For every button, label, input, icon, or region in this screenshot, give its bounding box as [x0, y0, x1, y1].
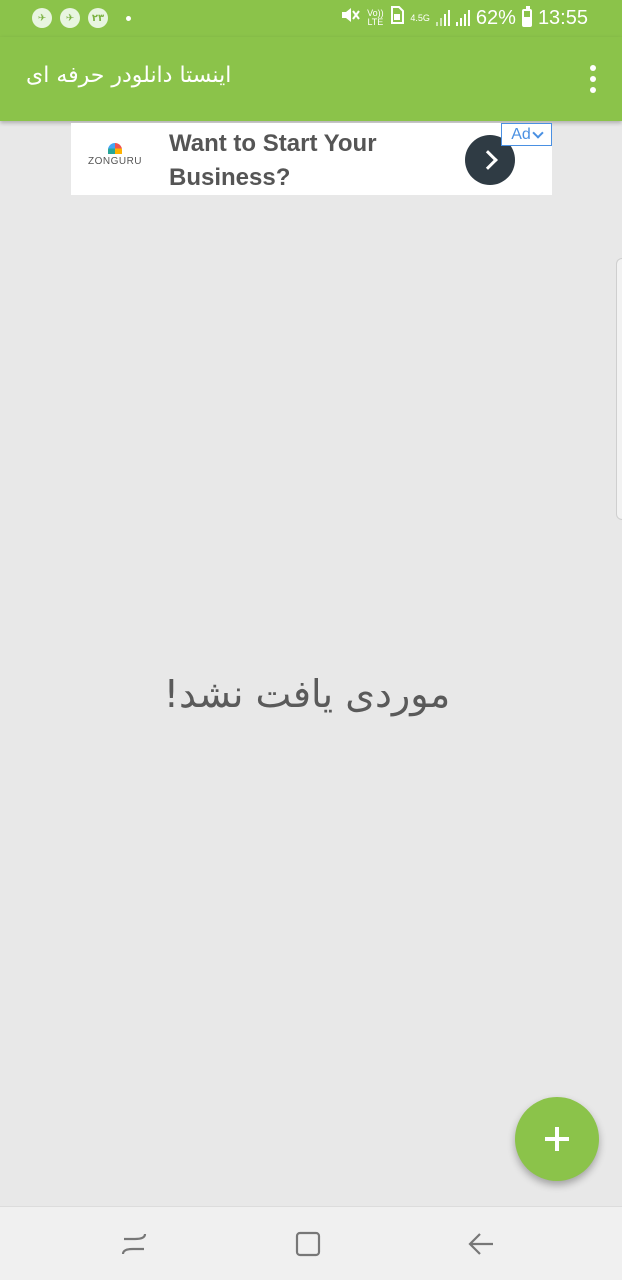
overflow-menu-icon[interactable] — [586, 65, 600, 93]
telegram-icon: ✈ — [60, 8, 80, 28]
signal-strength-icon-2 — [455, 10, 470, 26]
notification-badge-icon: ۲۳ — [88, 8, 108, 28]
system-indicators: Vo)) LTE 4.5G 62% 13:55 — [340, 6, 588, 30]
edge-panel-handle[interactable] — [616, 258, 622, 520]
notification-icons: ✈ ✈ ۲۳ — [32, 8, 131, 28]
back-icon — [468, 1233, 493, 1255]
recent-apps-icon — [121, 1233, 147, 1255]
sim-icon — [390, 6, 405, 30]
app-bar: اینستا دانلودر حرفه ای — [0, 37, 622, 121]
more-notifications-dot — [126, 15, 131, 21]
advertiser-logo: ZONGURU — [87, 143, 143, 179]
battery-icon — [521, 6, 532, 27]
recent-apps-button[interactable] — [119, 1229, 149, 1259]
advertiser-name: ZONGURU — [87, 156, 143, 167]
chevron-down-icon — [532, 126, 544, 139]
app-title: اینستا دانلودر حرفه ای — [26, 63, 232, 88]
mute-icon — [340, 6, 361, 30]
ad-choices-badge[interactable]: Ad — [501, 123, 552, 146]
ad-headline[interactable]: Want to Start Your Business? — [169, 127, 449, 195]
signal-strength-icon-1 — [435, 10, 450, 26]
battery-percent: 62% — [475, 6, 516, 29]
ad-banner[interactable]: ZONGURU Want to Start Your Business? Ad — [71, 123, 552, 195]
plus-icon — [545, 1127, 569, 1151]
ad-label: Ad — [511, 125, 531, 143]
home-button[interactable] — [293, 1229, 323, 1259]
navigation-bar — [0, 1206, 622, 1280]
status-bar: ✈ ✈ ۲۳ Vo)) LTE 4.5G 62% 13:55 — [0, 0, 622, 37]
clock: 13:55 — [537, 6, 588, 29]
telegram-icon: ✈ — [32, 8, 52, 28]
empty-state-message: موردی یافت نشد! — [163, 672, 451, 716]
back-button[interactable] — [466, 1229, 496, 1259]
network-type: 4.5G — [410, 12, 430, 23]
add-button[interactable] — [515, 1097, 599, 1181]
home-icon — [295, 1231, 321, 1257]
volte-indicator: Vo)) LTE — [367, 8, 384, 27]
